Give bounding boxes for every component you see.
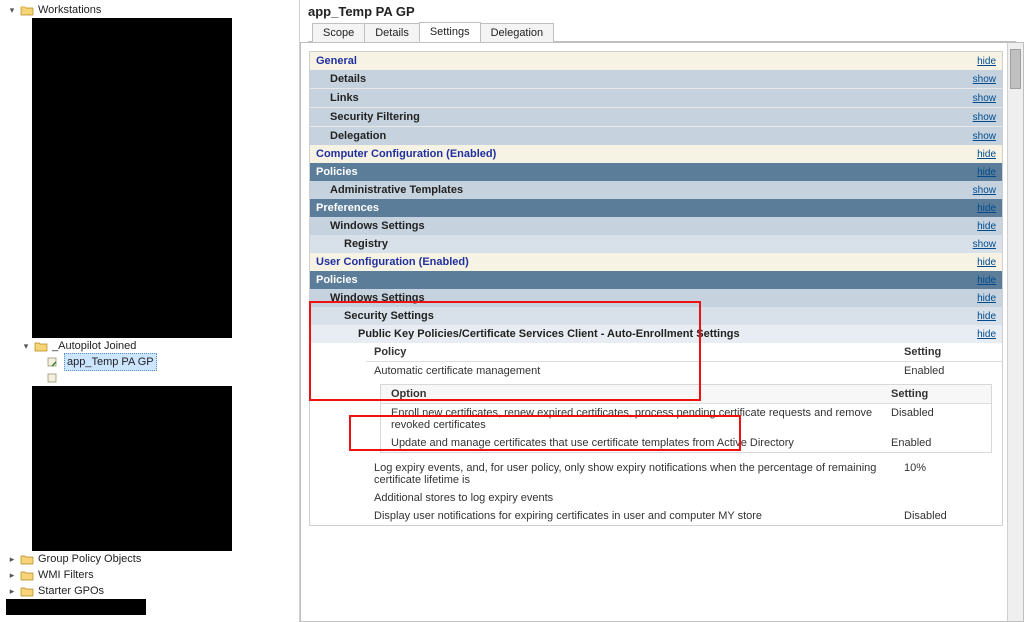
toggle-link[interactable]: hide (977, 56, 996, 67)
tree-item-selected-gpo[interactable]: app_Temp PA GP (6, 354, 297, 370)
tree-item-redacted[interactable] (6, 370, 297, 386)
col-policy: Policy (374, 346, 904, 358)
redacted-block (32, 386, 232, 551)
col-setting: Setting (891, 388, 981, 400)
section-details[interactable]: Details (330, 73, 366, 85)
policy-table-header: Policy Setting (366, 343, 1002, 362)
tree-item-label: WMI Filters (38, 567, 94, 583)
section-user-config[interactable]: User Configuration (Enabled) (316, 256, 469, 268)
redacted-block (6, 599, 146, 615)
expand-icon[interactable]: ▾ (6, 4, 18, 16)
extra-setting: Disabled (904, 510, 994, 522)
policy-option-table: Option Setting Enroll new certificates, … (380, 384, 992, 453)
col-option: Option (391, 388, 891, 400)
folder-icon (34, 340, 48, 352)
extra-text: Additional stores to log expiry events (374, 492, 904, 504)
navigation-tree-pane: ▾ Workstations ▾ _Autopilot Joined app_T… (0, 0, 300, 622)
tree-item-starter-gpos[interactable]: ▸ Starter GPOs (6, 583, 297, 599)
policy-setting: Enabled (904, 365, 994, 377)
folder-icon (20, 4, 34, 16)
section-security-settings[interactable]: Security Settings (344, 310, 434, 322)
section-delegation[interactable]: Delegation (330, 130, 386, 142)
policy-extra-row: Log expiry events, and, for user policy,… (366, 459, 1002, 489)
policy-name: Automatic certificate management (374, 365, 904, 377)
option-table-header: Option Setting (381, 385, 991, 404)
section-links[interactable]: Links (330, 92, 359, 104)
toggle-link[interactable]: show (973, 239, 996, 250)
settings-report: General hide Details show Links show Securi… (301, 43, 1007, 621)
toggle-link[interactable]: hide (977, 293, 996, 304)
toggle-link[interactable]: show (973, 93, 996, 104)
col-setting: Setting (904, 346, 994, 358)
content-pane: app_Temp PA GP Scope Details Settings De… (300, 0, 1024, 622)
section-security-filtering[interactable]: Security Filtering (330, 111, 420, 123)
redacted-block (32, 18, 232, 338)
toggle-link[interactable]: hide (977, 167, 996, 178)
toggle-link[interactable]: show (973, 185, 996, 196)
section-policies[interactable]: Policies (316, 166, 358, 178)
tab-delegation[interactable]: Delegation (480, 23, 555, 42)
tab-details[interactable]: Details (364, 23, 420, 42)
policy-extra-rows: Log expiry events, and, for user policy,… (366, 459, 1002, 525)
section-general[interactable]: General (316, 55, 357, 67)
policy-row-acm: Automatic certificate management Enabled (366, 362, 1002, 380)
toggle-link[interactable]: hide (977, 257, 996, 268)
extra-text: Display user notifications for expiring … (374, 510, 904, 522)
section-pkp-autoenroll[interactable]: Public Key Policies/Certificate Services… (358, 328, 740, 340)
expand-icon[interactable]: ▾ (20, 340, 32, 352)
tree-item-label: Workstations (38, 2, 101, 18)
section-preferences[interactable]: Preferences (316, 202, 379, 214)
option-text: Update and manage certificates that use … (391, 437, 891, 449)
extra-setting: 10% (904, 462, 994, 486)
extra-text: Log expiry events, and, for user policy,… (374, 462, 904, 486)
tab-settings[interactable]: Settings (419, 22, 481, 42)
section-registry[interactable]: Registry (344, 238, 388, 250)
toggle-link[interactable]: show (973, 74, 996, 85)
tree-item-workstations[interactable]: ▾ Workstations (6, 2, 297, 18)
toggle-link[interactable]: hide (977, 203, 996, 214)
section-windows-settings[interactable]: Windows Settings (330, 220, 425, 232)
section-windows-settings[interactable]: Windows Settings (330, 292, 425, 304)
tree-item-label: Group Policy Objects (38, 551, 141, 567)
option-text: Enroll new certificates, renew expired c… (391, 407, 891, 431)
extra-setting (904, 492, 994, 504)
expand-icon[interactable]: ▸ (6, 585, 18, 597)
policy-extra-row: Display user notifications for expiring … (366, 507, 1002, 525)
gpo-link-icon (46, 372, 60, 384)
policy-table: Policy Setting Automatic certificate man… (366, 343, 1002, 380)
option-row: Enroll new certificates, renew expired c… (381, 404, 991, 434)
policy-extra-row: Additional stores to log expiry events (366, 489, 1002, 507)
section-policies[interactable]: Policies (316, 274, 358, 286)
toggle-link[interactable]: show (973, 131, 996, 142)
expand-icon[interactable]: ▸ (6, 569, 18, 581)
scrollbar-thumb[interactable] (1010, 49, 1021, 89)
tree-item-wmi-filters[interactable]: ▸ WMI Filters (6, 567, 297, 583)
folder-icon (20, 585, 34, 597)
folder-icon (20, 553, 34, 565)
option-row: Update and manage certificates that use … (381, 434, 991, 452)
tree-item-label: app_Temp PA GP (64, 353, 157, 371)
toggle-link[interactable]: hide (977, 329, 996, 340)
tree-item-label: Starter GPOs (38, 583, 104, 599)
expand-icon[interactable]: ▸ (6, 553, 18, 565)
tab-scope[interactable]: Scope (312, 23, 365, 42)
tree-item-label: _Autopilot Joined (52, 338, 136, 354)
option-setting: Enabled (891, 437, 981, 449)
toggle-link[interactable]: hide (977, 221, 996, 232)
gpo-link-icon (46, 356, 60, 368)
tree-item-autopilot[interactable]: ▾ _Autopilot Joined (6, 338, 297, 354)
toggle-link[interactable]: show (973, 112, 996, 123)
section-admin-templates[interactable]: Administrative Templates (330, 184, 463, 196)
vertical-scrollbar[interactable] (1007, 43, 1023, 621)
toggle-link[interactable]: hide (977, 149, 996, 160)
folder-icon (20, 569, 34, 581)
section-comp-config[interactable]: Computer Configuration (Enabled) (316, 148, 496, 160)
toggle-link[interactable]: hide (977, 275, 996, 286)
option-setting: Disabled (891, 407, 981, 431)
tab-strip: Scope Details Settings Delegation (308, 21, 1016, 42)
navigation-tree[interactable]: ▾ Workstations ▾ _Autopilot Joined app_T… (0, 0, 299, 622)
tree-item-gpo-objects[interactable]: ▸ Group Policy Objects (6, 551, 297, 567)
page-title: app_Temp PA GP (308, 4, 1016, 21)
toggle-link[interactable]: hide (977, 311, 996, 322)
